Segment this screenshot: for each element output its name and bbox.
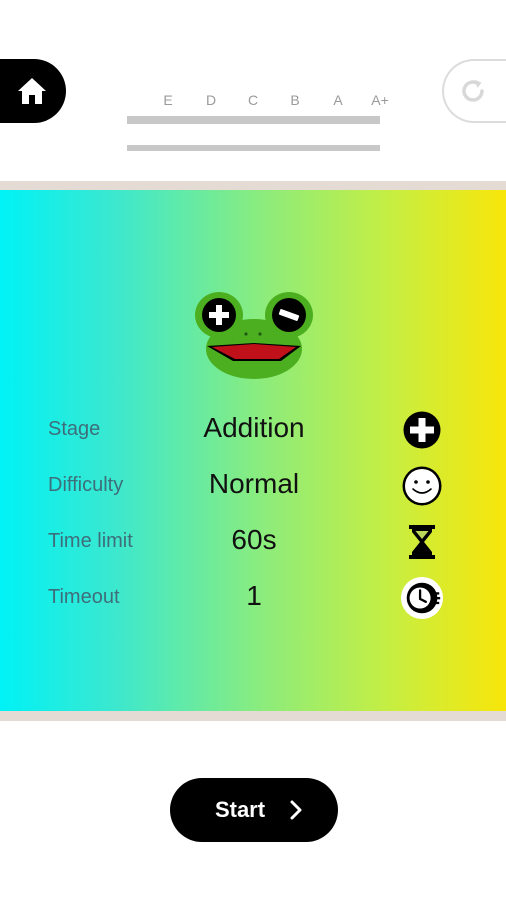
timeout-icon-button[interactable] <box>400 576 444 620</box>
setting-row-timeout[interactable]: Timeout 1 <box>0 576 506 620</box>
grade-progress-track <box>127 145 380 151</box>
grade-label-d: D <box>205 92 217 108</box>
reset-button[interactable] <box>442 59 506 123</box>
timeout-label: Timeout <box>48 586 120 608</box>
chevron-right-icon <box>290 800 302 820</box>
stage-icon-button[interactable] <box>400 408 444 452</box>
difficulty-value: Normal <box>208 468 300 499</box>
frog-mascot-icon <box>195 292 313 379</box>
grade-scale: E D C B A A+ <box>150 92 400 110</box>
setting-row-difficulty[interactable]: Difficulty Normal <box>0 464 506 506</box>
clock-icon <box>400 576 444 620</box>
grade-label-a: A <box>333 92 343 108</box>
grade-label-e: E <box>163 92 173 108</box>
hourglass-icon <box>409 525 435 559</box>
stage-label: Stage <box>48 418 101 440</box>
time-limit-label: Time limit <box>48 530 133 552</box>
grade-progress-bar <box>127 116 380 124</box>
grade-label-b: B <box>290 92 300 108</box>
setting-row-stage[interactable]: Stage Addition <box>0 408 506 449</box>
difficulty-label: Difficulty <box>48 474 124 496</box>
smiley-face-icon <box>402 466 442 506</box>
time-limit-icon-button[interactable] <box>400 520 444 564</box>
stage-value: Addition <box>203 412 305 443</box>
time-limit-value: 60s <box>231 524 277 555</box>
start-button[interactable]: Start <box>170 778 338 842</box>
reload-icon <box>462 80 484 102</box>
setting-row-time-limit[interactable]: Time limit 60s <box>0 520 506 560</box>
difficulty-icon-button[interactable] <box>400 464 444 508</box>
grade-label-a-plus: A+ <box>371 92 389 108</box>
grade-label-c: C <box>247 92 259 108</box>
home-button[interactable] <box>0 59 66 123</box>
start-button-label: Start <box>214 797 266 822</box>
plus-circle-icon <box>403 411 441 449</box>
timeout-value: 1 <box>246 580 262 611</box>
home-icon <box>18 78 46 104</box>
